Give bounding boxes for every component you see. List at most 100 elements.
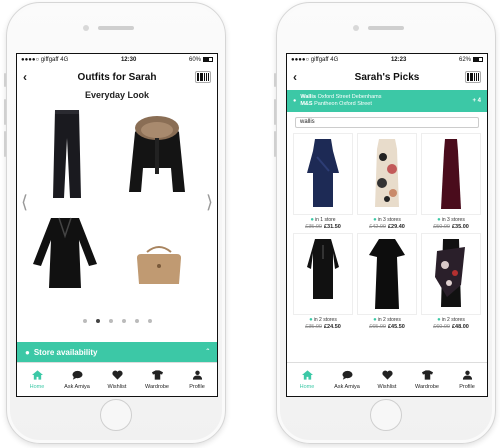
location-pin-icon: ● <box>373 317 377 323</box>
product-card[interactable]: ● in 3 stores £50.00 £35.00 <box>421 133 481 230</box>
home-button <box>370 399 402 431</box>
location-pin-icon: ● <box>437 317 441 323</box>
tab-wishlist[interactable]: Wishlist <box>97 363 137 396</box>
tab-home[interactable]: Home <box>17 363 57 396</box>
sale-price: £31.50 <box>324 224 341 230</box>
product-card[interactable]: ● in 2 stores £35.00 £24.50 <box>293 233 353 330</box>
carousel-dots <box>17 319 217 323</box>
battery-indicator: 62% <box>459 56 483 63</box>
phone-left: ●●●●○ giffgaff 4G 12:30 60% ‹ Outfits fo… <box>4 2 226 444</box>
tab-wardrobe[interactable]: Wardrobe <box>137 363 177 396</box>
outfit-carousel[interactable]: ⟨ ⟩ <box>17 104 217 309</box>
product-image[interactable] <box>293 233 353 315</box>
carousel-next-icon[interactable]: ⟩ <box>206 192 213 213</box>
tab-home[interactable]: Home <box>287 363 327 396</box>
look-title: Everyday Look <box>84 90 150 100</box>
location-pin-icon: ● <box>309 317 313 323</box>
store-availability-label: ● Store availability <box>25 347 98 357</box>
price: £50.00 £35.00 <box>433 224 469 230</box>
volume-up-button <box>274 99 276 125</box>
chevron-up-icon[interactable]: ˆ <box>206 348 209 357</box>
bag-item[interactable] <box>133 242 185 288</box>
mute-switch <box>274 73 276 87</box>
earpiece-speaker <box>368 26 404 30</box>
page-title: Sarah's Picks <box>354 71 420 83</box>
barcode-icon[interactable] <box>195 71 211 83</box>
more-stores-badge[interactable]: + 4 <box>472 98 481 104</box>
status-bar: ●●●●○ giffgaff 4G 12:30 60% <box>17 54 217 66</box>
sale-price: £48.00 <box>452 324 469 330</box>
location-pin-icon: ● <box>293 98 297 104</box>
availability: ● in 3 stores <box>373 217 401 223</box>
product-card[interactable]: ● in 2 stores £60.00 £48.00 <box>421 233 481 330</box>
product-card[interactable]: ● in 2 stores £65.00 £45.50 <box>357 233 417 330</box>
screen-picks: ●●●●○ giffgaff 4G 12:23 62% ‹ Sarah's Pi… <box>286 53 488 397</box>
product-card[interactable]: ● in 1 store £35.00 £31.50 <box>293 133 353 230</box>
home-icon <box>301 369 313 382</box>
person-icon <box>192 370 203 382</box>
jacket-item[interactable] <box>125 108 189 198</box>
tab-ask-amiya[interactable]: Ask Amiya <box>327 363 367 396</box>
tab-profile[interactable]: Profile <box>177 363 217 396</box>
tab-wardrobe[interactable]: Wardrobe <box>407 363 447 396</box>
tab-label: Wishlist <box>107 383 127 390</box>
product-image[interactable] <box>421 133 481 215</box>
availability: ● in 2 stores <box>437 317 465 323</box>
chevron-left-icon[interactable]: ‹ <box>293 70 309 84</box>
old-price: £35.00 <box>305 324 322 330</box>
tab-ask-amiya[interactable]: Ask Amiya <box>57 363 97 396</box>
tab-label: Wishlist <box>377 383 397 390</box>
blouse-item[interactable] <box>31 214 99 294</box>
tab-bar: Home Ask Amiya Wishlist Wardrobe Profile <box>287 362 487 396</box>
search-input[interactable]: wallis <box>295 117 479 128</box>
carousel-dot[interactable] <box>121 319 126 323</box>
chevron-left-icon[interactable]: ‹ <box>23 70 39 84</box>
screen-outfits: ●●●●○ giffgaff 4G 12:30 60% ‹ Outfits fo… <box>16 53 218 397</box>
chat-icon <box>341 370 353 382</box>
stores-list: Wallis Oxford Street Debenhams M&S Panth… <box>300 94 382 107</box>
tab-label: Wardrobe <box>415 383 439 390</box>
battery-icon <box>203 56 213 62</box>
battery-icon <box>473 56 483 62</box>
stores-banner[interactable]: ● Wallis Oxford Street Debenhams M&S Pan… <box>287 90 487 112</box>
carrier: ●●●●○ giffgaff 4G <box>291 57 339 63</box>
old-price: £60.00 <box>433 324 450 330</box>
home-button <box>100 399 132 431</box>
product-grid: ● in 1 store £35.00 £31.50 ● in 3 stores £42.0… <box>287 133 487 330</box>
carousel-prev-icon[interactable]: ⟨ <box>21 192 28 213</box>
old-price: £35.00 <box>305 224 322 230</box>
nav-bar: ‹ Outfits for Sarah <box>17 66 217 88</box>
tab-label: Wardrobe <box>145 383 169 390</box>
carousel-dot[interactable] <box>134 319 139 323</box>
heart-icon <box>111 370 123 382</box>
product-card[interactable]: ● in 3 stores £42.00 £29.40 <box>357 133 417 230</box>
jeans-item[interactable] <box>47 108 87 200</box>
tab-bar: Home Ask Amiya Wishlist Wardrobe Profile <box>17 362 217 396</box>
front-camera <box>353 25 359 31</box>
tab-label: Profile <box>189 383 205 390</box>
volume-up-button <box>4 99 6 125</box>
nav-bar: ‹ Sarah's Picks <box>287 66 487 88</box>
location-pin-icon: ● <box>25 347 30 357</box>
barcode-icon[interactable] <box>465 71 481 83</box>
product-image[interactable] <box>421 233 481 315</box>
product-image[interactable] <box>357 133 417 215</box>
clock: 12:23 <box>390 57 407 63</box>
carousel-dot[interactable] <box>95 319 100 323</box>
location-pin-icon: ● <box>310 217 315 223</box>
tab-wishlist[interactable]: Wishlist <box>367 363 407 396</box>
tab-label: Ask Amiya <box>64 383 90 390</box>
tab-profile[interactable]: Profile <box>447 363 487 396</box>
carousel-dot[interactable] <box>82 319 87 323</box>
store-availability-bar[interactable]: ● Store availability ˆ <box>17 342 217 362</box>
product-image[interactable] <box>293 133 353 215</box>
carousel-dot[interactable] <box>147 319 152 323</box>
old-price: £42.00 <box>369 224 386 230</box>
tab-label: Ask Amiya <box>334 383 360 390</box>
person-icon <box>462 370 473 382</box>
availability: ● in 3 stores <box>437 217 465 223</box>
mute-switch <box>4 73 6 87</box>
product-image[interactable] <box>357 233 417 315</box>
phone-right: ●●●●○ giffgaff 4G 12:23 62% ‹ Sarah's Pi… <box>274 2 496 444</box>
carousel-dot[interactable] <box>108 319 113 323</box>
